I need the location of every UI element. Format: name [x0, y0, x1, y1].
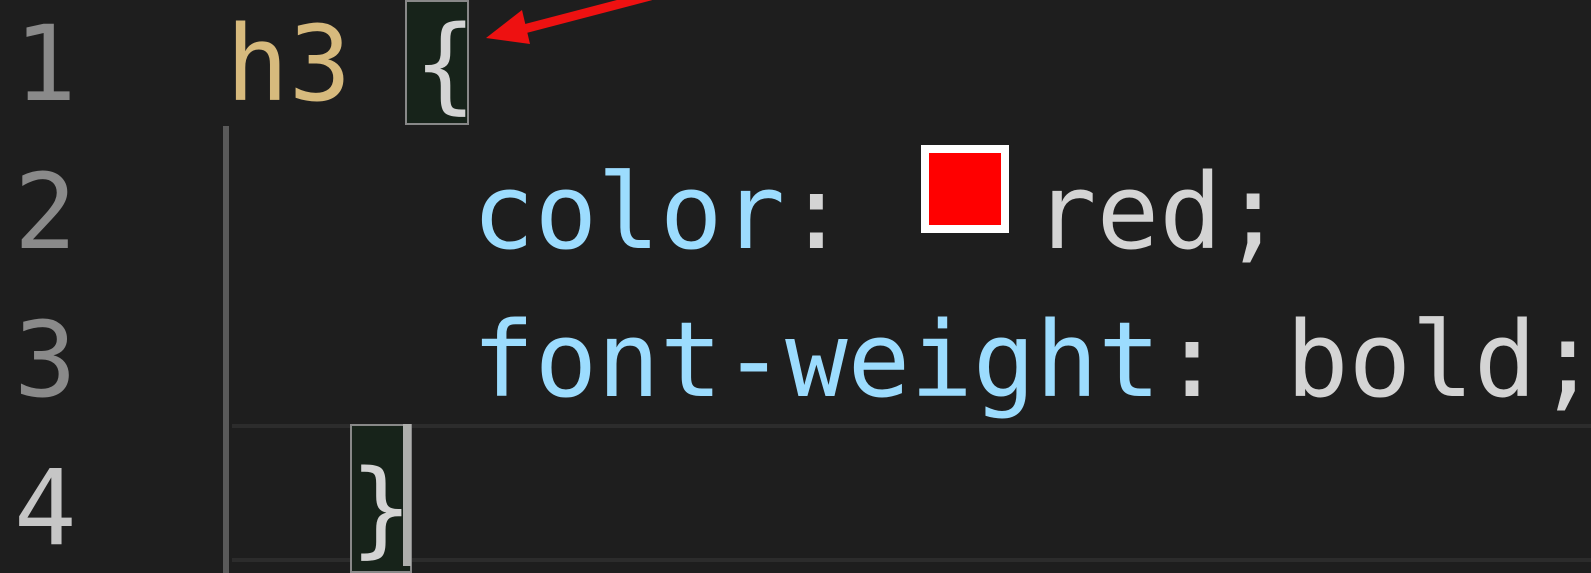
code-editor[interactable]: 1 2 3 4 h3 { color: red; font-weight: bo…: [0, 0, 1591, 573]
arrow-shaft: [515, 0, 653, 35]
arrow-head: [486, 10, 530, 44]
arrow-annotation-icon: [486, 0, 653, 44]
